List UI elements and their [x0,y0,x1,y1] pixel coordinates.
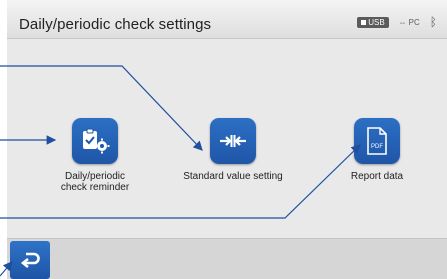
menu-area: Daily/periodic check reminder Standard v… [7,39,447,237]
device-screen: Daily/periodic check settings USB ⇔ PC ᛒ [7,0,447,279]
pc-label: PC [408,18,420,27]
back-button[interactable] [10,241,50,279]
bottom-bar [7,238,447,279]
pdf-icon-text: PDF [371,144,383,150]
arrows-inward-icon [220,135,246,147]
standard-value-button[interactable] [210,118,256,164]
check-reminder-button[interactable] [72,118,118,164]
check-reminder-label: Daily/periodic check reminder [47,171,143,193]
clipboard-gear-icon [83,128,110,154]
usb-icon [361,20,367,25]
bluetooth-icon: ᛒ [429,15,437,29]
usb-status-badge: USB [357,17,389,28]
title-bar: Daily/periodic check settings USB ⇔ PC ᛒ [7,0,447,39]
report-data-button[interactable]: PDF [354,118,400,164]
page-title: Daily/periodic check settings [19,16,212,33]
check-reminder-tile[interactable]: Daily/periodic check reminder [47,118,143,193]
check-reminder-label-line1: Daily/periodic [64,171,126,182]
pc-status-badge: ⇔ PC [399,18,420,27]
check-reminder-label-line2: check reminder [60,182,130,193]
pdf-document-icon: PDF [367,127,387,155]
usb-label: USB [368,18,385,27]
report-data-label: Report data [350,171,404,182]
pc-connection-icon: ⇔ [398,18,407,27]
report-data-tile[interactable]: PDF Report data [337,118,417,182]
standard-value-label: Standard value setting [183,171,283,182]
standard-value-tile[interactable]: Standard value setting [165,118,301,182]
status-indicators: USB ⇔ PC ᛒ [357,15,437,29]
back-arrow-icon [20,252,40,269]
